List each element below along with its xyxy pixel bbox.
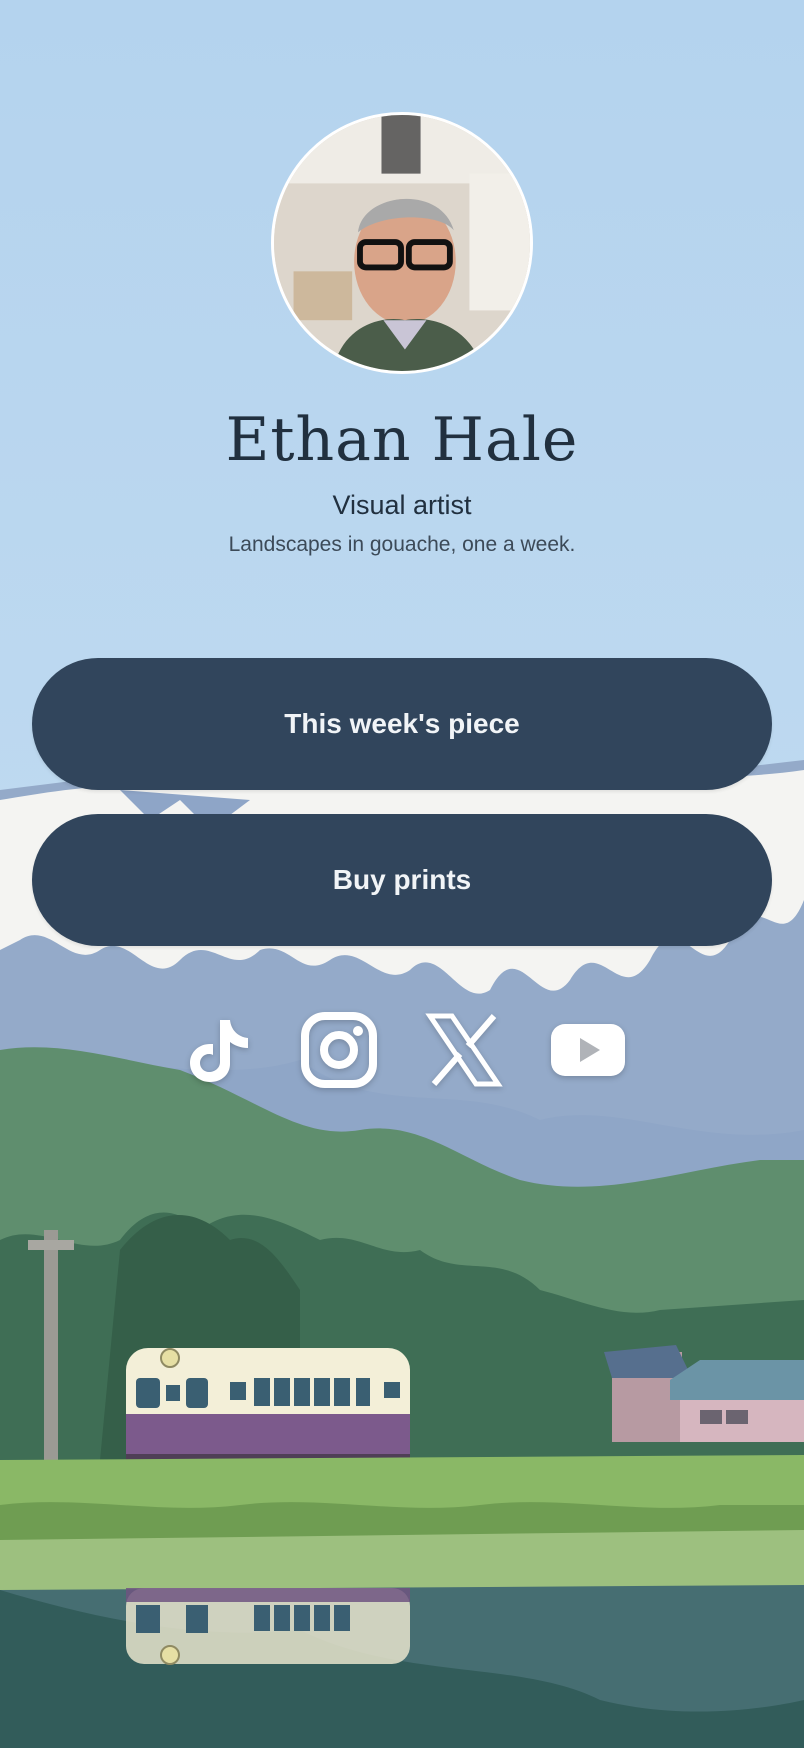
instagram-icon xyxy=(301,1012,377,1088)
this-weeks-piece-button[interactable]: This week's piece xyxy=(32,658,772,790)
social-links xyxy=(0,1010,804,1090)
tiktok-link[interactable] xyxy=(176,1010,256,1090)
profile-photo xyxy=(274,115,530,371)
buy-prints-button[interactable]: Buy prints xyxy=(32,814,772,946)
instagram-link[interactable] xyxy=(299,1010,379,1090)
x-icon xyxy=(425,1013,503,1087)
profile-bio: Landscapes in gouache, one a week. xyxy=(228,533,576,556)
youtube-icon xyxy=(551,1024,625,1076)
avatar xyxy=(271,112,533,374)
youtube-link[interactable] xyxy=(548,1010,628,1090)
profile-name: Ethan Hale xyxy=(225,405,579,475)
tiktok-icon xyxy=(190,1020,248,1082)
profile-title: Visual artist xyxy=(332,490,472,520)
x-link[interactable] xyxy=(424,1010,504,1090)
